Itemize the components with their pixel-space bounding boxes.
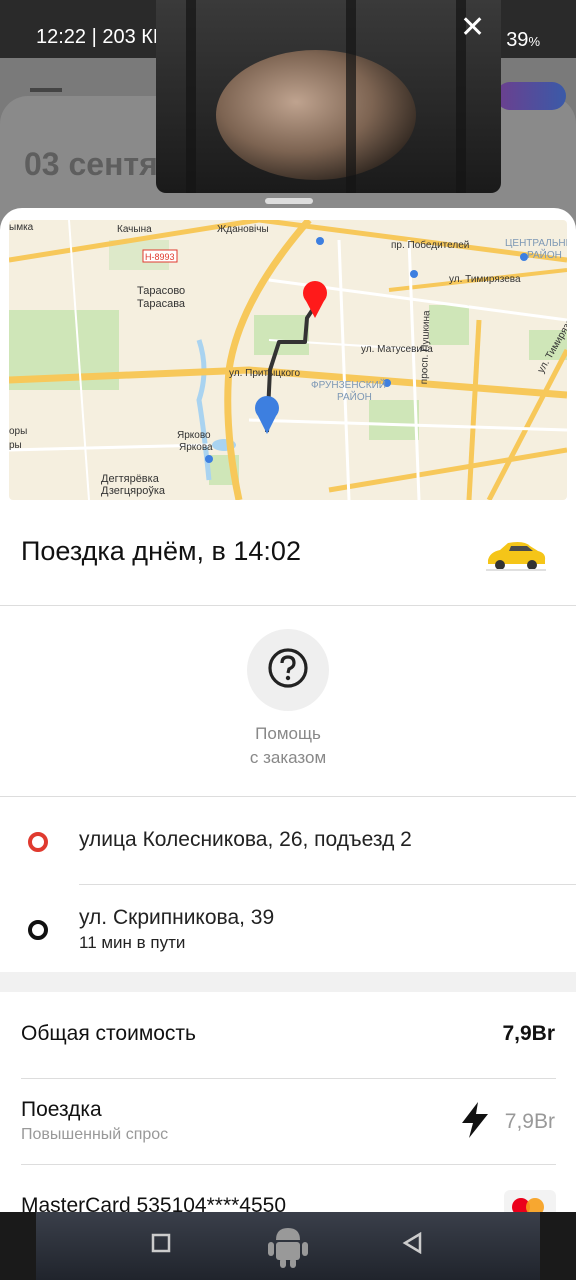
destination-address: ул. Скрипникова, 39	[79, 906, 275, 929]
map-label: Тарасава	[137, 298, 186, 310]
map-road-badge: Н-8993	[145, 252, 175, 262]
menu-icon	[30, 88, 62, 92]
map-label: Дзегцяроўка	[101, 485, 166, 497]
divider	[0, 796, 576, 797]
map-label: Качына	[117, 224, 152, 235]
screen: 03 сентя 12:22 | 203 КБ/с ●●●● ●●●● 39% …	[0, 0, 576, 1280]
section-gap	[0, 972, 576, 992]
start-marker-icon	[28, 832, 48, 852]
question-circle-icon	[267, 647, 309, 694]
pip-video[interactable]	[156, 0, 501, 193]
map-label: Яркова	[179, 442, 213, 453]
divider	[0, 605, 576, 606]
background-pill	[496, 82, 566, 110]
order-details-sheet: ымка Качына Ждановічы пр. Победителей ЦЕ…	[0, 208, 576, 1212]
video-frame-image	[216, 50, 416, 180]
map-label: Тарасово	[137, 285, 185, 297]
taxi-car-icon	[484, 538, 548, 577]
map-label: Ярково	[177, 430, 211, 441]
android-icon[interactable]	[266, 1222, 310, 1277]
map-label: ФРУНЗЕНСКИЙ	[311, 378, 386, 391]
divider	[21, 1078, 556, 1079]
help-label[interactable]: Помощь с заказом	[188, 722, 388, 770]
help-button[interactable]	[247, 629, 329, 711]
map-label: РАЙОН	[337, 390, 372, 403]
total-cost-label: Общая стоимость	[21, 1022, 196, 1045]
map-label: ул. Тимирязева	[449, 274, 521, 285]
map-label: ымка	[9, 222, 34, 233]
ride-label: Поездка	[21, 1098, 102, 1121]
map-label: просп. Пушкина	[419, 310, 433, 385]
map-label: РАЙОН	[527, 248, 562, 261]
map-label: пр. Победителей	[391, 239, 469, 251]
pickup-address: улица Колесникова, 26, подъезд 2	[79, 828, 412, 851]
map-label: ры	[9, 440, 22, 451]
surge-label: Повышенный спрос	[21, 1126, 169, 1143]
payment-method[interactable]: MasterCard 535104****4550	[21, 1194, 286, 1212]
divider	[79, 884, 576, 885]
battery-level: 39%	[506, 28, 540, 51]
end-marker-icon	[28, 920, 48, 940]
route-map[interactable]: ымка Качына Ждановічы пр. Победителей ЦЕ…	[9, 220, 567, 500]
total-cost-value: 7,9Br	[502, 1022, 555, 1045]
divider	[21, 1164, 556, 1165]
navigation-bar	[0, 1212, 576, 1280]
trip-title: Поездка днём, в 14:02	[21, 536, 301, 566]
ride-cost-value: 7,9Br	[504, 1110, 555, 1133]
square-icon[interactable]	[150, 1230, 172, 1261]
lightning-bolt-icon	[460, 1102, 490, 1143]
map-label: оры	[9, 426, 27, 437]
map-label: ул. Притыцкого	[229, 368, 300, 379]
sheet-drag-handle[interactable]	[265, 198, 313, 204]
travel-time: 11 мин в пути	[79, 933, 186, 952]
close-icon[interactable]: ✕	[460, 10, 485, 45]
mastercard-icon	[504, 1190, 556, 1212]
map-label: Дегтярёвка	[101, 473, 160, 485]
map-label: Ждановічы	[217, 224, 269, 235]
map-label: ЦЕНТРАЛЬНЫЙ	[505, 236, 567, 249]
triangle-back-icon[interactable]	[402, 1230, 424, 1261]
background-date: 03 сентя	[24, 146, 158, 182]
